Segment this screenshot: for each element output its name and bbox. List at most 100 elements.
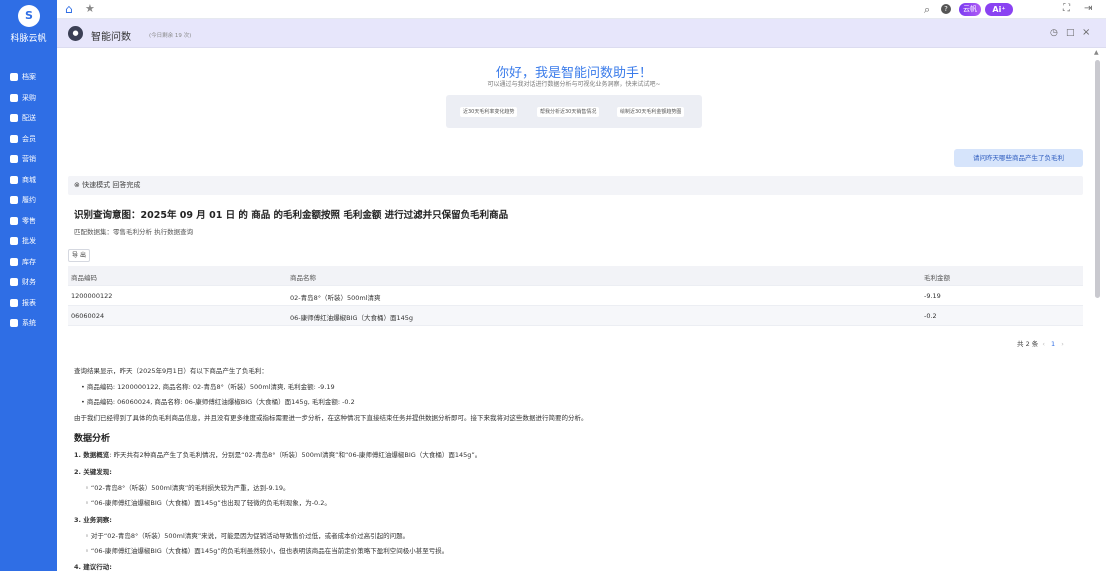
sidebar-item-reports[interactable]: 报表	[0, 293, 57, 314]
finance-icon	[10, 278, 18, 287]
brand-name: 科脉云帆	[10, 34, 47, 44]
table-row[interactable]: 06060024 06-康师傅红油爆椒BIG（大食桶）面145g -0.2	[68, 306, 1083, 326]
chat-header: ● 智能问数 (今日剩余 19 次) ◷ □ ×	[57, 19, 1106, 48]
maximize-icon[interactable]: □	[1066, 28, 1075, 38]
sidebar-item-label: 商城	[22, 175, 36, 184]
answer-intro: 查询结果显示，昨天（2025年9月1日）有以下商品产生了负毛利：	[74, 367, 268, 375]
answer-paragraph: 由于我们已经得到了具体的负毛利商品信息，并且没有更多维度或指标需要进一步分析，在…	[74, 414, 588, 422]
fullscreen-icon[interactable]: ⛶	[1063, 3, 1070, 14]
suggestion-chip[interactable]: 近30天毛利率变化趋势	[460, 107, 518, 117]
robot-icon: ●	[68, 26, 83, 41]
section-insights-label: 3. 业务洞察:	[74, 516, 112, 524]
report-icon	[10, 298, 18, 307]
sidebar-item-label: 营销	[22, 155, 36, 164]
table-cell: 02-青岛8°（听装）500ml清爽	[290, 294, 381, 302]
table-cell: -0.2	[924, 312, 937, 320]
sidebar-item-archive[interactable]: 档案	[0, 67, 57, 88]
next-page-icon[interactable]: ›	[1061, 340, 1064, 348]
section-overview: 1. 数据概览: 昨天共有2种商品产生了负毛利情况，分别是“02-青岛8°（听装…	[74, 451, 482, 459]
table-row[interactable]: 1200000122 02-青岛8°（听装）500ml清爽 -9.19	[68, 286, 1083, 306]
sidebar-item-finance[interactable]: 财务	[0, 272, 57, 293]
suggestion-chip[interactable]: 绘制近30天毛利金额趋势图	[617, 107, 685, 117]
sidebar-item-label: 配送	[22, 114, 36, 123]
query-intent: 识别查询意图：2025年 09 月 01 日 的 商品 的毛利金额按照 毛利金额…	[74, 210, 509, 221]
table-header: 商品编码 商品名称 毛利金额	[68, 266, 1083, 286]
sidebar-item-label: 采购	[22, 93, 36, 102]
table-cell: 1200000122	[71, 292, 113, 300]
sidebar-item-label: 系统	[22, 319, 36, 328]
total-count: 共 2 条	[1017, 340, 1039, 348]
home-icon[interactable]: ⌂	[65, 2, 73, 16]
sidebar-menu: 档案 采购 配送 会员 营销 商城 履约 零售 批发 库存 财务 报表 系统	[0, 67, 57, 334]
help-icon[interactable]: ?	[941, 4, 951, 14]
sidebar-item-member[interactable]: 会员	[0, 129, 57, 150]
brand-logo: S	[18, 5, 40, 27]
insight-item: ◦ 对于“02-青岛8°（听装）500ml清爽”来说，可能是因为促销活动导致售价…	[85, 532, 410, 540]
result-bullet: • 商品编码: 06060024, 商品名称: 06-康师傅红油爆椒BIG（大食…	[81, 398, 355, 406]
sidebar-item-inventory[interactable]: 库存	[0, 252, 57, 273]
yunfan-badge[interactable]: 云帆	[959, 3, 981, 16]
sidebar-item-label: 会员	[22, 134, 36, 143]
column-header[interactable]: 毛利金额	[924, 272, 950, 282]
ai-button[interactable]: Ai⁺	[985, 3, 1013, 16]
retail-icon	[10, 216, 18, 225]
page-number[interactable]: 1	[1051, 340, 1055, 348]
inventory-icon	[10, 257, 18, 266]
truck-icon	[10, 114, 18, 123]
fulfillment-icon	[10, 196, 18, 205]
sidebar-item-purchase[interactable]: 采购	[0, 88, 57, 109]
history-icon[interactable]: ◷	[1050, 28, 1058, 38]
chat-title: 智能问数	[91, 32, 131, 43]
sidebar-item-mall[interactable]: 商城	[0, 170, 57, 191]
pagination: 共 2 条 ‹ 1 ›	[1017, 338, 1066, 348]
section-findings-label: 2. 关键发现:	[74, 468, 112, 476]
sidebar-item-fulfillment[interactable]: 履约	[0, 190, 57, 211]
sidebar-item-label: 报表	[22, 298, 36, 307]
chat-area: 你好，我是智能问数助手！ 可以通过与我对话进行数据分析与可视化业务洞察，快来试试…	[57, 48, 1106, 571]
sidebar: S 科脉云帆 档案 采购 配送 会员 营销 商城 履约 零售 批发 库存 财务 …	[0, 0, 57, 571]
sidebar-item-retail[interactable]: 零售	[0, 211, 57, 232]
insight-item: ◦ “06-康师傅红油爆椒BIG（大食桶）面145g”的负毛利虽然较小，但也表明…	[85, 547, 449, 555]
sidebar-item-label: 批发	[22, 237, 36, 246]
wholesale-icon	[10, 237, 18, 246]
purchase-icon	[10, 93, 18, 102]
column-header[interactable]: 商品编码	[71, 272, 97, 282]
section-actions-label: 4. 建议行动:	[74, 563, 112, 571]
table-cell: 06-康师傅红油爆椒BIG（大食桶）面145g	[290, 314, 414, 322]
sidebar-item-wholesale[interactable]: 批发	[0, 231, 57, 252]
top-bar: ⌂ ★ ⌕ ? 云帆 Ai⁺ ⛶ ⇥	[57, 0, 1106, 19]
result-table: 商品编码 商品名称 毛利金额 1200000122 02-青岛8°（听装）500…	[68, 266, 1083, 326]
column-header[interactable]: 商品名称	[290, 272, 316, 282]
suggestion-chip[interactable]: 帮我分析近30天销售情况	[537, 107, 600, 117]
greeting-subtitle: 可以通过与我对话进行数据分析与可视化业务洞察，快来试试吧~	[487, 81, 661, 88]
quota-text: (今日剩余 19 次)	[149, 33, 192, 39]
sidebar-item-label: 零售	[22, 216, 36, 225]
member-icon	[10, 134, 18, 143]
logout-icon[interactable]: ⇥	[1084, 3, 1092, 14]
user-message: 请问昨天哪些商品产生了负毛利	[954, 149, 1083, 167]
export-button[interactable]: 导 出	[68, 249, 90, 262]
table-cell: -9.19	[924, 292, 941, 300]
finding-item: ◦ “06-康师傅红油爆椒BIG（大食桶）面145g”也出现了轻微的负毛利现象，…	[85, 499, 331, 507]
result-bullet: • 商品编码: 1200000122, 商品名称: 02-青岛8°（听装）500…	[81, 383, 335, 391]
star-icon[interactable]: ★	[85, 2, 95, 15]
table-cell: 06060024	[71, 312, 105, 320]
gear-icon	[10, 319, 18, 328]
sidebar-item-marketing[interactable]: 营销	[0, 149, 57, 170]
sidebar-item-label: 履约	[22, 196, 36, 205]
sidebar-item-delivery[interactable]: 配送	[0, 108, 57, 129]
finding-item: ◦ “02-青岛8°（听装）500ml清爽”的毛利损失较为严重，达到-9.19。	[85, 484, 290, 492]
sidebar-item-system[interactable]: 系统	[0, 313, 57, 334]
sidebar-item-label: 财务	[22, 278, 36, 287]
prev-page-icon[interactable]: ‹	[1042, 340, 1045, 348]
scroll-up-icon[interactable]: ▲	[1094, 49, 1099, 56]
close-icon[interactable]: ×	[1082, 27, 1090, 38]
suggestion-box: 近30天毛利率变化趋势 帮我分析近30天销售情况 绘制近30天毛利金额趋势图	[446, 95, 702, 128]
sidebar-item-label: 库存	[22, 257, 36, 266]
archive-icon	[10, 73, 18, 82]
scrollbar[interactable]: ▲	[1091, 48, 1106, 571]
marketing-icon	[10, 155, 18, 164]
scrollbar-thumb[interactable]	[1095, 60, 1100, 298]
answer-status: ⊗ 快速模式 回答完成	[68, 176, 1083, 195]
search-icon[interactable]: ⌕	[924, 3, 930, 17]
